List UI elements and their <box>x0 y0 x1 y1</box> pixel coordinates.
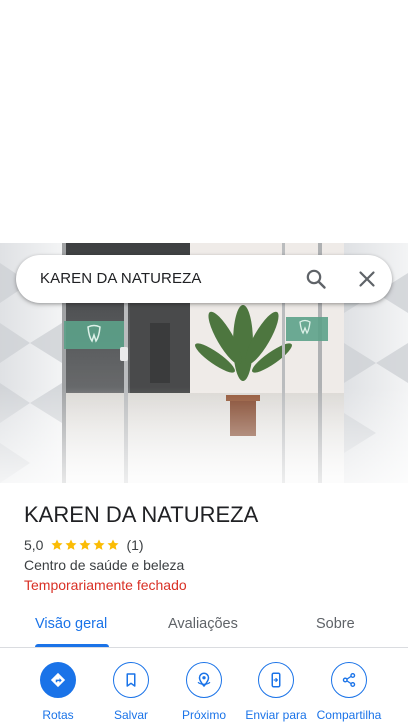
share-button[interactable]: Compartilha <box>313 662 385 722</box>
rating-row[interactable]: 5,0 (1) <box>24 537 144 553</box>
share-icon <box>331 662 367 698</box>
tab-bar: Visão geral Avaliações Sobre <box>0 606 408 648</box>
place-category: Centro de saúde e beleza <box>24 557 185 573</box>
tab-indicator <box>35 644 109 647</box>
bookmark-icon <box>113 662 149 698</box>
action-bar: Rotas Salvar Próximo Enviar para Compart… <box>0 662 408 726</box>
save-button[interactable]: Salvar <box>95 662 167 722</box>
tab-reviews[interactable]: Avaliações <box>168 616 238 632</box>
directions-icon <box>40 662 76 698</box>
search-bar[interactable]: KAREN DA NATUREZA <box>16 255 392 303</box>
rating-value: 5,0 <box>24 537 44 553</box>
close-icon[interactable] <box>355 267 379 291</box>
nearby-label: Próximo <box>181 708 226 722</box>
tab-overview[interactable]: Visão geral <box>35 616 107 632</box>
star-icon <box>107 539 120 550</box>
search-input[interactable]: KAREN DA NATUREZA <box>40 270 201 287</box>
search-icon[interactable] <box>304 267 328 291</box>
directions-button[interactable]: Rotas <box>22 662 94 722</box>
star-icon <box>51 539 64 550</box>
star-rating <box>50 538 120 552</box>
tab-about[interactable]: Sobre <box>316 616 355 632</box>
star-icon <box>65 539 78 550</box>
place-title: KAREN DA NATUREZA <box>24 502 259 527</box>
send-to-phone-button[interactable]: Enviar para <box>240 662 312 722</box>
send-to-phone-label: Enviar para <box>245 708 307 722</box>
review-count[interactable]: (1) <box>126 537 143 553</box>
nearby-icon <box>186 662 222 698</box>
share-label: Compartilha <box>316 708 382 722</box>
send-to-phone-icon <box>258 662 294 698</box>
save-label: Salvar <box>113 708 148 722</box>
star-icon <box>79 539 92 550</box>
nearby-button[interactable]: Próximo <box>168 662 240 722</box>
status-closed: Temporariamente fechado <box>24 577 187 593</box>
star-icon <box>93 539 106 550</box>
directions-label: Rotas <box>42 708 74 722</box>
blank-area <box>0 0 408 243</box>
